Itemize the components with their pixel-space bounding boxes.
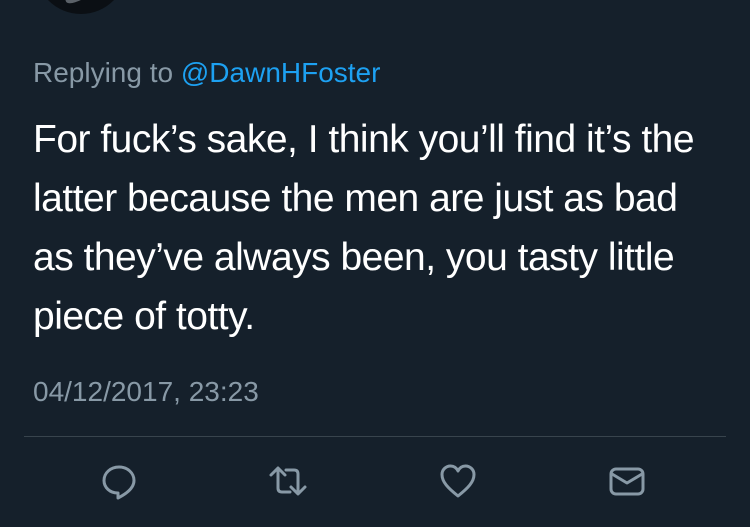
retweet-button[interactable] [265,458,311,504]
tweet-text: For fuck’s sake, I think you’ll find it’… [33,118,695,338]
replying-to-line: Replying to @DawnHFoster [33,57,380,89]
like-button[interactable] [435,458,481,504]
reply-icon [102,465,136,500]
like-icon [440,464,476,498]
avatar[interactable] [35,0,127,14]
reply-handle-link[interactable]: @DawnHFoster [181,57,381,88]
replying-to-label: Replying to [33,57,181,88]
divider [24,436,726,437]
direct-message-button[interactable] [604,458,650,504]
retweet-icon [269,466,307,496]
share-message-icon [609,467,645,496]
reply-button[interactable] [96,458,142,504]
tweet-timestamp[interactable]: 04/12/2017, 23:23 [33,376,259,408]
